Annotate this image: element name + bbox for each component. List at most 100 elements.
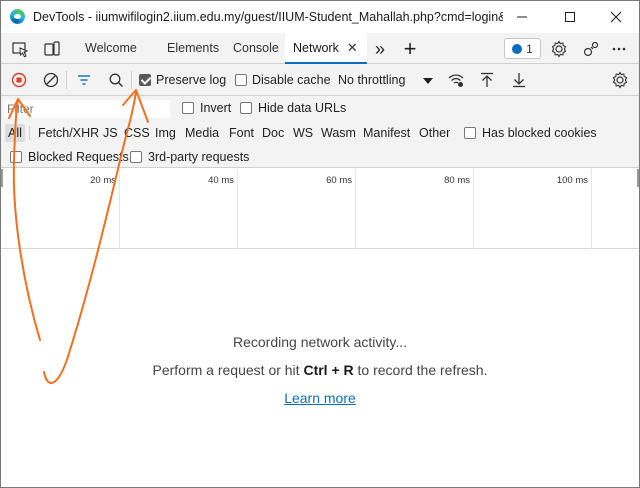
close-icon: [610, 11, 622, 23]
timeline-end-handle[interactable]: [637, 169, 639, 187]
type-filter-all[interactable]: All: [5, 124, 25, 142]
network-settings-button[interactable]: [610, 70, 630, 90]
timeline-tick-label: 40 ms: [208, 175, 234, 186]
tab-welcome-label: Welcome: [85, 41, 137, 55]
tab-elements[interactable]: Elements: [159, 33, 227, 64]
maximize-icon: [565, 12, 575, 22]
more-tabs-icon[interactable]: »: [370, 39, 390, 59]
filter-toggle-button[interactable]: [74, 70, 94, 90]
minimize-icon: [517, 16, 527, 18]
type-filter-fetch-xhr[interactable]: Fetch/XHR: [35, 124, 102, 142]
issues-count: 1: [526, 41, 533, 56]
disable-cache-checkbox[interactable]: [235, 74, 247, 86]
blocked-requests-checkbox[interactable]: [10, 151, 22, 163]
refresh-shortcut: Ctrl + R: [303, 362, 354, 378]
customize-devtools-icon: [583, 41, 599, 57]
refresh-hint-prefix: Perform a request or hit: [152, 362, 304, 378]
timeline-tick-label: 20 ms: [90, 175, 116, 186]
type-divider: [29, 126, 30, 140]
record-button[interactable]: [9, 70, 29, 90]
third-party-checkbox[interactable]: [130, 151, 142, 163]
tab-console[interactable]: Console: [225, 33, 287, 64]
toolbar-divider: [131, 71, 132, 89]
type-filter-ws[interactable]: WS: [290, 124, 316, 142]
more-options-button[interactable]: [609, 39, 629, 59]
invert-checkbox[interactable]: [182, 102, 194, 114]
tab-close-icon[interactable]: ✕: [347, 33, 358, 63]
type-filter-css[interactable]: CSS: [121, 124, 153, 142]
preserve-log-checkbox[interactable]: [139, 74, 151, 86]
type-filter-wasm[interactable]: Wasm: [318, 124, 359, 142]
type-filter-font[interactable]: Font: [226, 124, 257, 142]
issues-icon: [512, 43, 523, 54]
tab-welcome[interactable]: Welcome: [77, 33, 145, 64]
recording-message: Recording network activity...: [232, 334, 408, 350]
learn-more-link[interactable]: Learn more: [1, 390, 639, 406]
clear-icon: [43, 72, 59, 88]
invert-label: Invert: [200, 101, 232, 115]
filter-icon: [78, 75, 90, 85]
throttling-value: No throttling: [338, 73, 406, 87]
upload-icon: [481, 72, 493, 87]
clear-button[interactable]: [41, 70, 61, 90]
export-har-button[interactable]: [509, 70, 529, 90]
issues-badge[interactable]: 1: [504, 38, 541, 59]
edge-icon: [10, 9, 25, 24]
type-filter-img[interactable]: Img: [152, 124, 179, 142]
timeline-gridline: [119, 169, 120, 249]
type-filter-js[interactable]: JS: [100, 124, 121, 142]
type-filter-doc[interactable]: Doc: [259, 124, 287, 142]
tab-network-label: Network: [293, 41, 339, 55]
inspect-icon: [12, 42, 29, 58]
filter-input[interactable]: [4, 100, 170, 118]
more-options-icon: [612, 47, 626, 51]
device-toolbar-icon: [44, 41, 60, 56]
has-blocked-cookies-checkbox[interactable]: [464, 127, 476, 139]
hide-data-urls-checkbox[interactable]: [240, 102, 252, 114]
add-tab-icon[interactable]: +: [400, 38, 420, 60]
timeline-tick-label: 60 ms: [326, 175, 352, 186]
gear-icon: [551, 40, 567, 58]
request-list-empty-state: Recording network activity... Perform a …: [1, 250, 639, 487]
devtools-window: DevTools - iiumwifilogin2.iium.edu.my/gu…: [0, 0, 640, 488]
hide-data-urls-label: Hide data URLs: [258, 101, 347, 115]
timeline-start-handle[interactable]: [1, 169, 3, 187]
tab-network[interactable]: Network ✕: [285, 33, 367, 64]
timeline-tick-label: 80 ms: [444, 175, 470, 186]
has-blocked-cookies-label: Has blocked cookies: [482, 126, 597, 140]
preserve-log-label: Preserve log: [156, 73, 227, 87]
import-har-button[interactable]: [477, 70, 497, 90]
chevron-down-icon: [423, 78, 433, 84]
settings-button[interactable]: [549, 39, 569, 59]
refresh-hint: Perform a request or hit Ctrl + R to rec…: [1, 362, 639, 378]
minimize-button[interactable]: [499, 1, 545, 33]
type-filter-manifest[interactable]: Manifest: [360, 124, 413, 142]
inspect-element-button[interactable]: [10, 39, 30, 59]
record-stop-icon: [11, 72, 27, 88]
title-bar: DevTools - iiumwifilogin2.iium.edu.my/gu…: [1, 1, 639, 33]
blocked-requests-label: Blocked Requests: [28, 150, 129, 164]
timeline-gridline: [237, 169, 238, 249]
network-toolbar: Preserve log Disable cache No throttling: [1, 64, 639, 96]
type-filter-media[interactable]: Media: [182, 124, 222, 142]
type-filter-other[interactable]: Other: [416, 124, 453, 142]
toolbar-divider: [66, 71, 67, 89]
customize-button[interactable]: [581, 39, 601, 59]
timeline-gridline: [473, 169, 474, 249]
timeline-gridline: [591, 169, 592, 249]
search-icon: [109, 73, 123, 87]
close-window-button[interactable]: [593, 1, 639, 33]
window-title: DevTools - iiumwifilogin2.iium.edu.my/gu…: [33, 10, 503, 24]
device-emulation-button[interactable]: [42, 39, 62, 59]
network-conditions-button[interactable]: [446, 70, 466, 90]
maximize-button[interactable]: [547, 1, 593, 33]
refresh-hint-suffix: to record the refresh.: [353, 362, 488, 378]
tab-console-label: Console: [233, 41, 279, 55]
network-overview-timeline[interactable]: 20 ms 40 ms 60 ms 80 ms 100 ms: [1, 169, 639, 249]
third-party-label: 3rd-party requests: [148, 150, 250, 164]
timeline-gridline: [355, 169, 356, 249]
disable-cache-label: Disable cache: [252, 73, 331, 87]
gear-icon: [612, 71, 628, 89]
filter-bar: Invert Hide data URLs All Fetch/XHR JS C…: [1, 96, 639, 168]
search-button[interactable]: [106, 70, 126, 90]
